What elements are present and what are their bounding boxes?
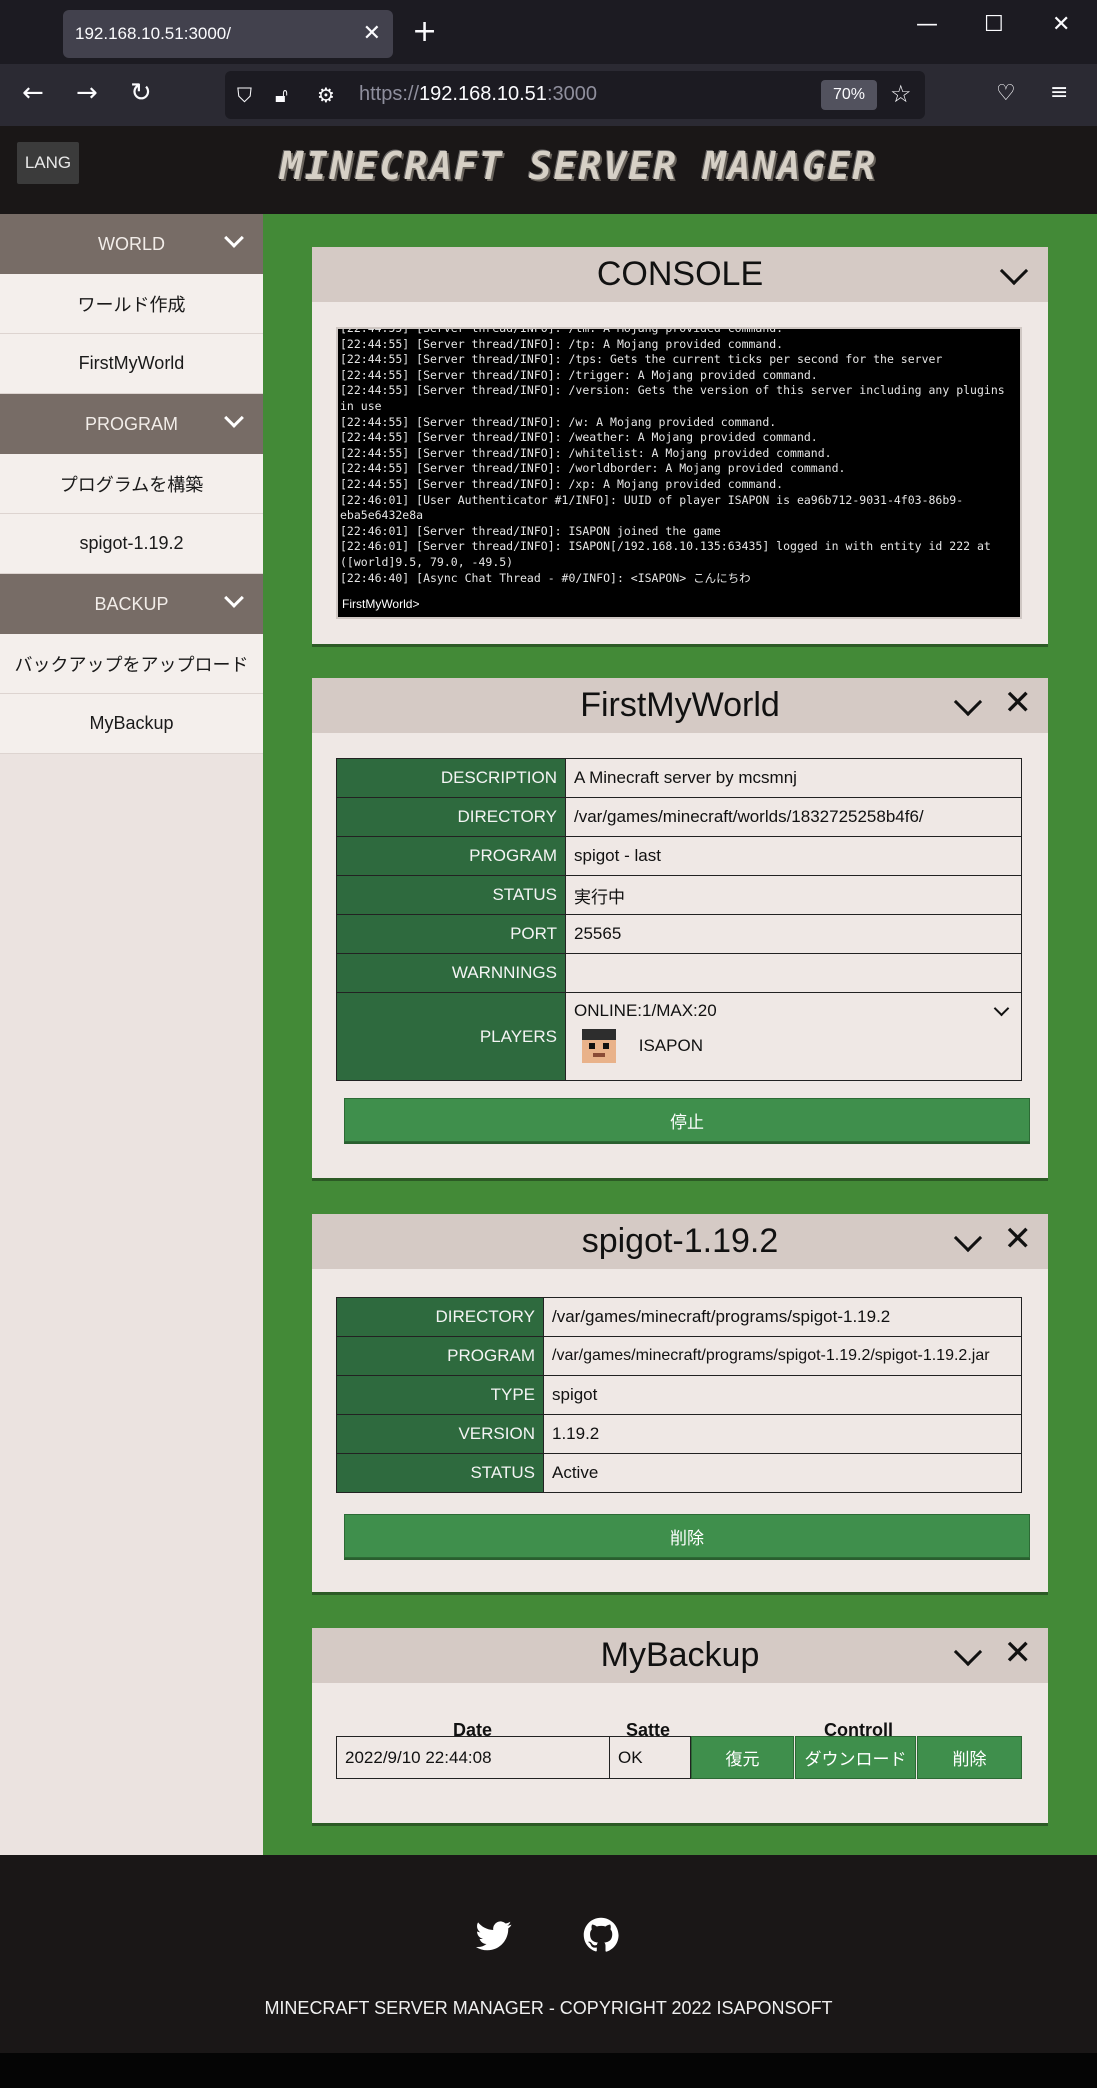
stop-button[interactable]: 停止 bbox=[344, 1098, 1030, 1142]
sidebar-item-build-program[interactable]: プログラムを構築 bbox=[0, 454, 263, 514]
table-row: DIRECTORY /var/games/minecraft/worlds/18… bbox=[336, 797, 1022, 837]
sidebar-item-create-world[interactable]: ワールド作成 bbox=[0, 274, 263, 334]
backup-state-cell: OK bbox=[609, 1736, 691, 1779]
close-icon[interactable]: ✕ bbox=[1004, 686, 1033, 720]
table-row: WARNNINGS bbox=[336, 953, 1022, 993]
reload-icon[interactable]: ↻ bbox=[130, 78, 152, 108]
world-panel-header: FirstMyWorld ✕ bbox=[312, 678, 1048, 733]
pocket-icon[interactable]: ♡ bbox=[996, 81, 1016, 106]
restore-button[interactable]: 復元 bbox=[691, 1736, 794, 1779]
main-content: CONSOLE [22:44:55] [Server thread/INFO]:… bbox=[263, 214, 1097, 1855]
browser-tab-bar: 192.168.10.51:3000/ ✕ + — ☐ ✕ bbox=[0, 0, 1097, 64]
chevron-down-icon bbox=[224, 408, 244, 428]
maximize-icon[interactable]: ☐ bbox=[984, 12, 1004, 37]
bottom-strip bbox=[0, 2053, 1097, 2088]
console-log: [22:44:55] [Server thread/INFO]: /tm: A … bbox=[340, 327, 1005, 585]
delete-backup-button[interactable]: 削除 bbox=[917, 1736, 1022, 1779]
sidebar-item-mybackup[interactable]: MyBackup bbox=[0, 694, 263, 754]
footer: MINECRAFT SERVER MANAGER - COPYRIGHT 202… bbox=[0, 1855, 1097, 2053]
sidebar-item-firstmyworld[interactable]: FirstMyWorld bbox=[0, 334, 263, 394]
panel-title: CONSOLE bbox=[596, 255, 764, 293]
world-panel: FirstMyWorld ✕ DESCRIPTION A Minecraft s… bbox=[312, 678, 1048, 1178]
browser-tab[interactable]: 192.168.10.51:3000/ ✕ bbox=[63, 10, 393, 58]
tab-close-icon[interactable]: ✕ bbox=[363, 20, 381, 46]
twitter-icon[interactable] bbox=[476, 1920, 512, 1952]
panel-title: spigot-1.19.2 bbox=[581, 1222, 779, 1260]
sidebar-section-program[interactable]: PROGRAM bbox=[0, 394, 263, 454]
table-row: PROGRAM spigot - last bbox=[336, 836, 1022, 876]
table-row: PORT 25565 bbox=[336, 914, 1022, 954]
sidebar-item-upload-backup[interactable]: バックアップをアップロード bbox=[0, 634, 263, 694]
bookmark-star-icon[interactable]: ☆ bbox=[890, 80, 912, 109]
table-row: DESCRIPTION A Minecraft server by mcsmnj bbox=[336, 758, 1022, 798]
chevron-down-icon bbox=[224, 228, 244, 248]
table-row: VERSION 1.19.2 bbox=[336, 1414, 1022, 1454]
close-icon[interactable]: ✕ bbox=[1004, 1222, 1033, 1256]
chevron-down-icon[interactable] bbox=[993, 1000, 1010, 1017]
tab-title: 192.168.10.51:3000/ bbox=[75, 24, 231, 43]
chevron-down-icon bbox=[224, 588, 244, 608]
chevron-down-icon[interactable] bbox=[999, 256, 1029, 286]
app-header: LANG MINECRAFT SERVER MANAGER bbox=[0, 126, 1097, 214]
lock-icon[interactable]: 🔓︎ bbox=[275, 83, 288, 107]
world-info-table: DESCRIPTION A Minecraft server by mcsmnj… bbox=[336, 758, 1022, 1081]
permissions-icon[interactable]: ⚙ bbox=[317, 83, 335, 107]
player-name: ISAPON bbox=[638, 1036, 703, 1055]
table-row: PROGRAM /var/games/minecraft/programs/sp… bbox=[336, 1336, 1022, 1376]
download-button[interactable]: ダウンロード bbox=[795, 1736, 916, 1779]
chevron-down-icon[interactable] bbox=[953, 687, 983, 717]
panel-title: FirstMyWorld bbox=[580, 686, 780, 724]
player-entry[interactable]: ISAPON bbox=[582, 1029, 703, 1063]
panel-title: MyBackup bbox=[600, 1636, 760, 1674]
browser-nav-bar: ← → ↻ ⛉ 🔓︎ ⚙ https://192.168.10.51:3000 … bbox=[0, 64, 1097, 126]
url-bar[interactable]: ⛉ 🔓︎ ⚙ https://192.168.10.51:3000 70% ☆ bbox=[225, 71, 925, 119]
player-avatar bbox=[582, 1029, 616, 1063]
program-panel: spigot-1.19.2 ✕ DIRECTORY /var/games/min… bbox=[312, 1214, 1048, 1592]
zoom-indicator[interactable]: 70% bbox=[821, 80, 877, 110]
console-prompt[interactable]: FirstMyWorld> bbox=[342, 597, 419, 611]
lang-button[interactable]: LANG bbox=[17, 142, 79, 184]
console-panel: CONSOLE [22:44:55] [Server thread/INFO]:… bbox=[312, 247, 1048, 644]
sidebar-section-world[interactable]: WORLD bbox=[0, 214, 263, 274]
github-icon[interactable] bbox=[583, 1917, 619, 1953]
back-icon[interactable]: ← bbox=[22, 78, 44, 108]
chevron-down-icon[interactable] bbox=[953, 1223, 983, 1253]
delete-program-button[interactable]: 削除 bbox=[344, 1514, 1030, 1558]
new-tab-icon[interactable]: + bbox=[412, 14, 437, 49]
minimize-icon[interactable]: — bbox=[916, 12, 938, 37]
forward-icon[interactable]: → bbox=[76, 78, 98, 108]
table-row: DIRECTORY /var/games/minecraft/programs/… bbox=[336, 1297, 1022, 1337]
players-row: PLAYERS ONLINE:1/MAX:20 ISAPON bbox=[336, 992, 1022, 1081]
url-text: https://192.168.10.51:3000 bbox=[359, 83, 597, 105]
sidebar-item-spigot[interactable]: spigot-1.19.2 bbox=[0, 514, 263, 574]
players-summary: ONLINE:1/MAX:20 bbox=[574, 1001, 717, 1020]
console-output[interactable]: [22:44:55] [Server thread/INFO]: /tm: A … bbox=[336, 327, 1022, 619]
program-panel-header: spigot-1.19.2 ✕ bbox=[312, 1214, 1048, 1269]
table-row: STATUS Active bbox=[336, 1453, 1022, 1493]
shield-icon[interactable]: ⛉ bbox=[237, 83, 252, 107]
footer-copyright: MINECRAFT SERVER MANAGER - COPYRIGHT 202… bbox=[264, 1998, 833, 2018]
program-info-table: DIRECTORY /var/games/minecraft/programs/… bbox=[336, 1297, 1022, 1493]
table-row: STATUS 実行中 bbox=[336, 875, 1022, 915]
sidebar: WORLD ワールド作成 FirstMyWorld PROGRAM プログラムを… bbox=[0, 214, 263, 1855]
window-close-icon[interactable]: ✕ bbox=[1052, 12, 1070, 37]
console-panel-header: CONSOLE bbox=[312, 247, 1048, 302]
menu-icon[interactable]: ≡ bbox=[1050, 80, 1068, 105]
close-icon[interactable]: ✕ bbox=[1004, 1636, 1033, 1670]
sidebar-section-backup[interactable]: BACKUP bbox=[0, 574, 263, 634]
backup-date-cell: 2022/9/10 22:44:08 bbox=[336, 1736, 610, 1779]
site-logo: MINECRAFT SERVER MANAGER bbox=[280, 144, 878, 188]
chevron-down-icon[interactable] bbox=[953, 1637, 983, 1667]
table-row: TYPE spigot bbox=[336, 1375, 1022, 1415]
backup-panel: MyBackup ✕ Date Satte Controll 2022/9/10… bbox=[312, 1628, 1048, 1823]
backup-panel-header: MyBackup ✕ bbox=[312, 1628, 1048, 1683]
